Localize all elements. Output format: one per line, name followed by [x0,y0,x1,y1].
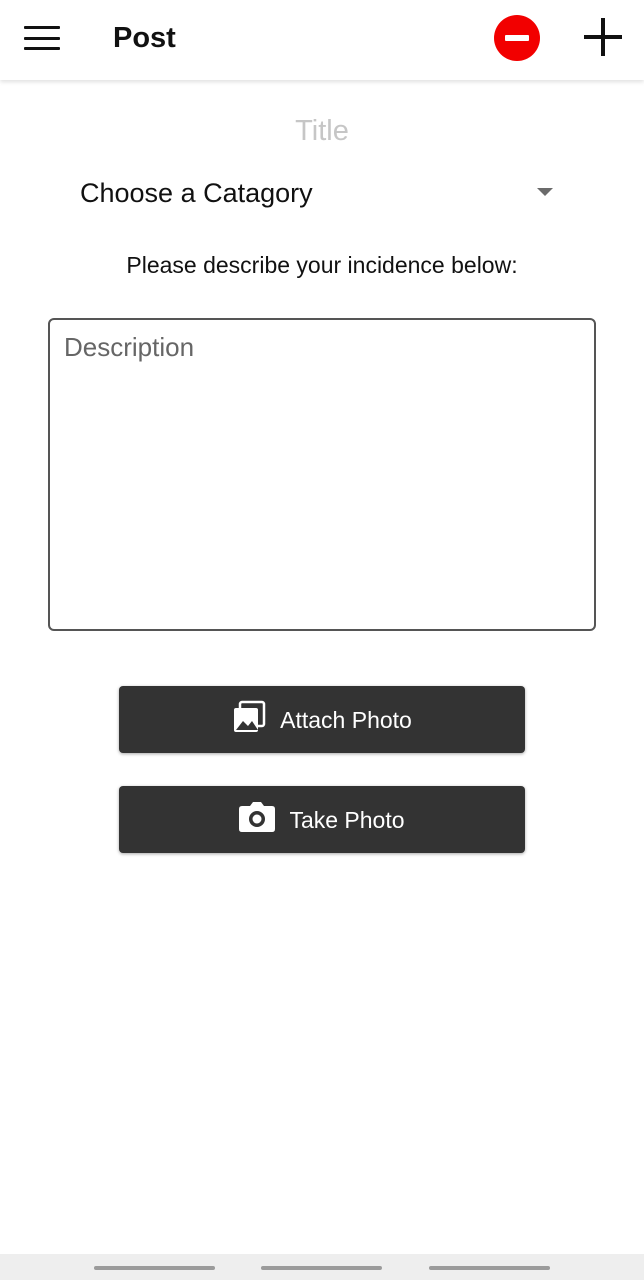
plus-icon[interactable] [584,18,622,56]
app-bar: Post [0,0,644,80]
category-dropdown[interactable]: Choose a Catagory [64,168,574,220]
system-navigation-bar [0,1254,644,1280]
attach-photo-button[interactable]: Attach Photo [119,686,525,753]
nav-handle[interactable] [261,1266,382,1270]
page-title: Post [113,22,176,54]
camera-icon [239,801,276,838]
menu-line [24,26,60,29]
title-input[interactable] [150,108,494,154]
menu-line [24,47,60,50]
dropdown-arrow-icon [537,188,553,196]
hamburger-menu-icon[interactable] [22,22,62,54]
nav-handle[interactable] [429,1266,550,1270]
nav-handle[interactable] [94,1266,215,1270]
photo-library-icon [232,700,266,740]
take-photo-button[interactable]: Take Photo [119,786,525,853]
app-screen: Post Choose a Catagory Please describe y… [0,0,644,1280]
category-selected-value: Choose a Catagory [80,178,313,208]
description-prompt: Please describe your incidence below: [126,252,518,278]
description-field[interactable] [48,318,596,631]
take-photo-label: Take Photo [289,806,405,833]
menu-line [24,36,60,40]
attach-photo-label: Attach Photo [280,706,412,733]
remove-circle-icon[interactable] [494,15,540,61]
